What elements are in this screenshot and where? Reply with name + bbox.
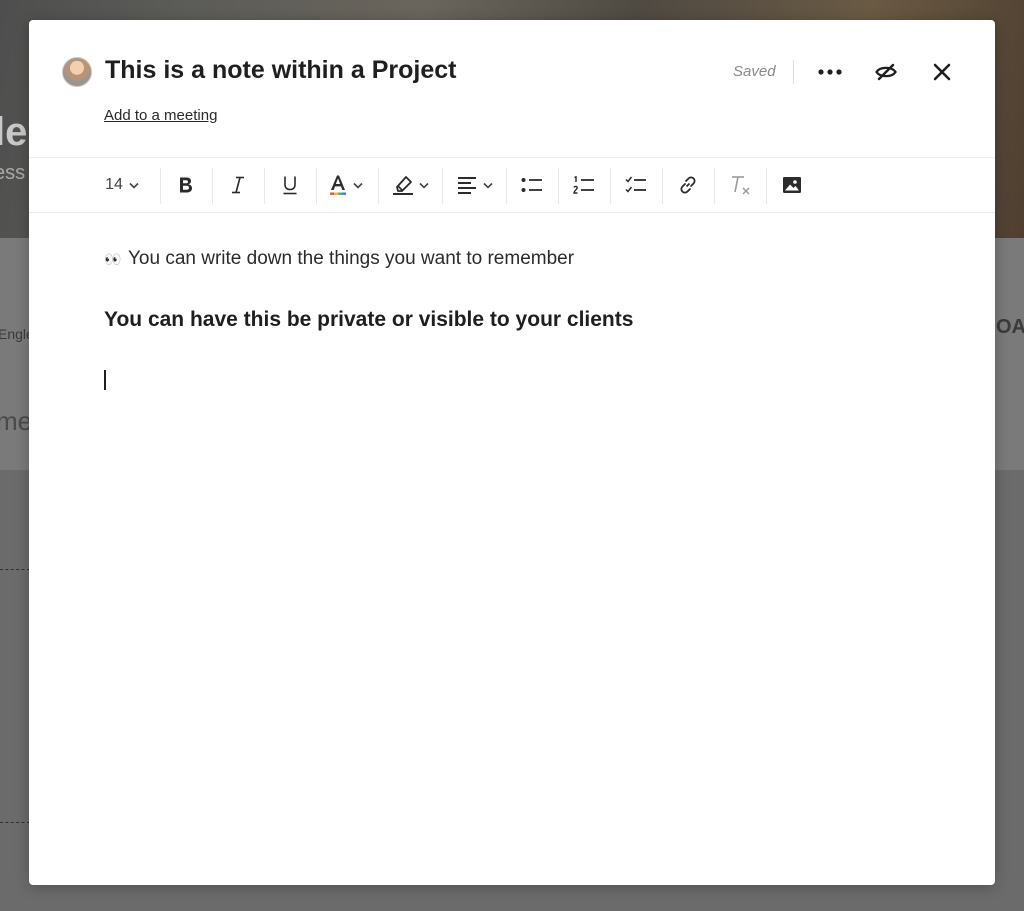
- backdrop-dashed-divider: [0, 822, 30, 823]
- underline-button[interactable]: [270, 158, 310, 212]
- text-color-button[interactable]: [323, 158, 369, 212]
- avatar: [62, 57, 92, 87]
- toolbar-separator: [212, 168, 213, 204]
- checklist-icon: [625, 176, 647, 194]
- bold-button[interactable]: [166, 158, 206, 212]
- text-color-icon: [329, 174, 347, 196]
- toolbar-separator: [766, 168, 767, 204]
- chevron-down-icon: [483, 182, 493, 189]
- toolbar-separator: [506, 168, 507, 204]
- toolbar-separator: [264, 168, 265, 204]
- toolbar-separator: [160, 168, 161, 204]
- toolbar-separator: [558, 168, 559, 204]
- add-to-meeting-link[interactable]: Add to a meeting: [104, 107, 217, 124]
- formatting-toolbar: 14: [29, 157, 995, 213]
- numbered-list-button[interactable]: [564, 158, 604, 212]
- text-align-button[interactable]: [450, 158, 500, 212]
- visibility-toggle-button[interactable]: [869, 56, 903, 88]
- checklist-button[interactable]: [616, 158, 656, 212]
- backdrop-hero-subtitle: ess: [0, 162, 26, 184]
- note-title[interactable]: This is a note within a Project: [105, 56, 456, 85]
- close-button[interactable]: [925, 56, 959, 88]
- toolbar-separator: [378, 168, 379, 204]
- clear-formatting-button[interactable]: [720, 158, 760, 212]
- bullet-list-icon: [521, 177, 543, 193]
- chevron-down-icon: [418, 182, 429, 189]
- toolbar-separator: [316, 168, 317, 204]
- close-icon: [933, 63, 951, 81]
- note-line-1-text: You can write down the things you want t…: [128, 248, 575, 269]
- toolbar-separator: [442, 168, 443, 204]
- bullet-list-button[interactable]: [512, 158, 552, 212]
- link-button[interactable]: [668, 158, 708, 212]
- link-icon: [678, 175, 698, 195]
- more-icon: [818, 69, 842, 75]
- align-left-icon: [457, 176, 477, 194]
- italic-icon: [231, 176, 245, 194]
- underline-icon: [282, 175, 298, 195]
- backdrop-hero-title: le: [0, 110, 28, 154]
- highlighter-icon: [392, 175, 414, 195]
- toolbar-separator: [610, 168, 611, 204]
- more-options-button[interactable]: [813, 56, 847, 88]
- toolbar-separator: [662, 168, 663, 204]
- backdrop-right-label: OA: [996, 316, 1024, 338]
- insert-image-button[interactable]: [772, 158, 812, 212]
- backdrop-left-text: me: [0, 406, 33, 436]
- bold-icon: [178, 176, 194, 194]
- header-divider: [793, 60, 794, 84]
- italic-button[interactable]: [218, 158, 258, 212]
- chevron-down-icon: [129, 182, 139, 189]
- eyes-emoji: 👀: [104, 251, 122, 267]
- highlight-button[interactable]: [386, 158, 434, 212]
- note-line-1[interactable]: 👀 You can write down the things you want …: [104, 248, 574, 270]
- backdrop-dashed-divider: [0, 569, 30, 570]
- toolbar-separator: [714, 168, 715, 204]
- chevron-down-icon: [353, 182, 363, 189]
- saved-status: Saved: [733, 63, 776, 80]
- note-line-2[interactable]: You can have this be private or visible …: [104, 308, 633, 332]
- numbered-list-icon: [573, 176, 595, 194]
- image-icon: [782, 176, 802, 194]
- visibility-off-icon: [875, 63, 897, 81]
- clear-format-icon: [729, 175, 751, 195]
- note-modal: This is a note within a Project Add to a…: [29, 20, 995, 885]
- font-size-value: 14: [105, 176, 123, 193]
- text-cursor: [104, 370, 106, 390]
- font-size-select[interactable]: 14: [95, 158, 149, 212]
